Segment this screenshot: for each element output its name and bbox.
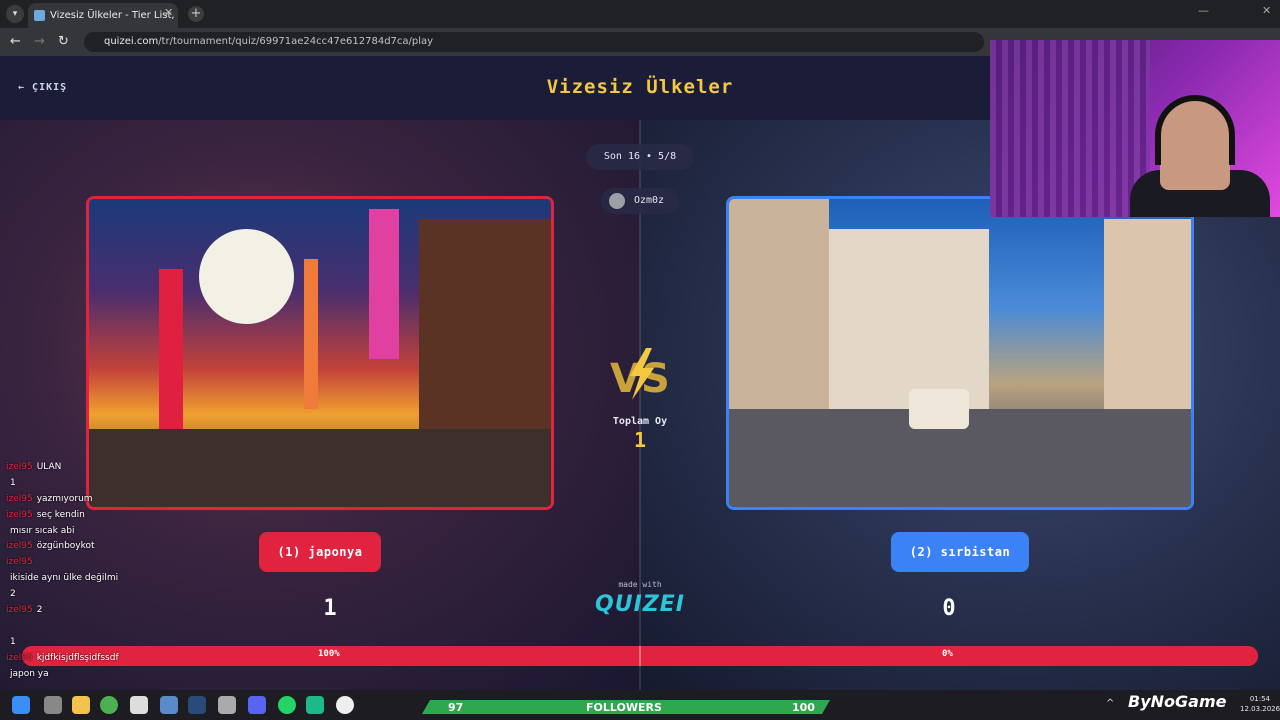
followers-goal: 100 — [792, 701, 815, 714]
chrome-icon[interactable] — [100, 696, 118, 714]
clock-date: 12.03.2026 — [1240, 705, 1280, 713]
chat-text: yazmıyorum — [36, 493, 93, 504]
close-tab-icon[interactable]: ✕ — [164, 6, 173, 19]
versus-icon: VS — [610, 348, 670, 402]
new-tab-icon[interactable]: + — [188, 6, 204, 22]
quizei-logo[interactable]: QUIZEI — [580, 592, 700, 617]
chat-text: mısır sıcak abi — [10, 525, 75, 536]
chat-message: izel95 kjdfkisjdflsşidfssdf — [6, 653, 306, 669]
percent-left: 100% — [318, 649, 340, 659]
percent-right: 0% — [942, 649, 953, 659]
chat-text: 1 — [10, 636, 16, 647]
chat-username: izel95 — [6, 652, 33, 663]
file-explorer-icon[interactable] — [72, 696, 90, 714]
total-votes-label: Toplam Oy — [612, 416, 668, 427]
close-window-icon[interactable]: ✕ — [1262, 4, 1271, 17]
avatar — [609, 193, 625, 209]
chat-message: izel95 — [6, 557, 306, 573]
app-icon[interactable] — [130, 696, 148, 714]
chat-message: 2 — [6, 589, 306, 605]
chat-username: izel95 — [6, 541, 33, 552]
tray-chevron-icon[interactable]: ^ — [1106, 698, 1114, 709]
vote-count-right: 0 — [942, 596, 956, 621]
followers-goal-bar: 97 FOLLOWERS 100 — [416, 690, 832, 720]
round-badge: Son 16 • 5/8 — [586, 144, 694, 170]
chat-username: izel95 — [6, 557, 33, 568]
chat-message: 1 — [6, 637, 306, 653]
chat-message: ikiside aynı ülke değilmi — [6, 573, 306, 589]
discord-icon[interactable] — [248, 696, 266, 714]
app-icon[interactable] — [306, 696, 324, 714]
total-votes-value: 1 — [633, 428, 647, 452]
followers-label: FOLLOWERS — [586, 701, 662, 714]
url-site: quizei.com — [104, 36, 159, 47]
chat-message: izel95 özgünboykot — [6, 541, 306, 557]
user-badge: Ozm0z — [601, 188, 679, 214]
whatsapp-icon[interactable] — [278, 696, 296, 714]
chat-username: izel95 — [6, 509, 33, 520]
chat-text: ikiside aynı ülke değilmi — [10, 573, 119, 584]
settings-icon[interactable] — [218, 696, 236, 714]
chat-message: izel95 seç kendin — [6, 510, 306, 526]
forward-icon[interactable]: → — [34, 34, 45, 49]
obs-icon[interactable] — [336, 696, 354, 714]
minimize-icon[interactable]: — — [1198, 4, 1209, 17]
headset-icon — [1155, 95, 1235, 165]
choice-button-serbia[interactable]: (2) sırbistan — [891, 532, 1029, 572]
taskbar: 97 FOLLOWERS 100 ^ ByNoGame 01:54 12.03.… — [0, 690, 1280, 720]
chat-text: özgünboykot — [36, 541, 95, 552]
tab-title: Vizesiz Ülkeler - Tier List, Kör Se — [50, 10, 178, 21]
task-view-icon[interactable] — [44, 696, 62, 714]
belgrade-street-image — [729, 199, 1191, 507]
chat-text: japon ya — [10, 668, 49, 679]
url-path: /tr/tournament/quiz/69971ae24cc47e612784… — [158, 36, 434, 47]
app-icon[interactable] — [160, 696, 178, 714]
bynogame-logo: ByNoGame — [1128, 692, 1227, 711]
favicon-icon — [34, 10, 45, 21]
chat-text: ULAN — [36, 462, 62, 472]
chat-text: seç kendin — [36, 509, 85, 520]
browser-tab[interactable]: Vizesiz Ülkeler - Tier List, Kör Se — [28, 3, 178, 28]
start-icon[interactable] — [12, 696, 30, 714]
chat-text: 2 — [10, 589, 16, 600]
chat-text: 2 — [36, 605, 43, 616]
clock[interactable]: 01:54 12.03.2026 — [1240, 694, 1280, 714]
address-bar[interactable]: quizei.com/tr/tournament/quiz/69971ae24c… — [84, 32, 984, 52]
chat-text: 1 — [10, 477, 16, 488]
option-card-serbia[interactable] — [726, 196, 1194, 510]
chat-text: kjdfkisjdflsşidfssdf — [36, 652, 119, 663]
osaka-street-image — [89, 199, 551, 507]
chat-message: mısır sıcak abi — [6, 526, 306, 542]
progress-midline — [639, 646, 641, 666]
browser-tab-bar: ▾ Vizesiz Ülkeler - Tier List, Kör Se ✕ … — [0, 0, 1280, 28]
back-icon[interactable]: ← — [10, 34, 21, 49]
username: Ozm0z — [633, 195, 665, 206]
stream-chat: izel95 ULAN 1 izel95 yazmıyorum izel95 seç ken… — [6, 462, 306, 684]
chat-username: izel95 — [6, 605, 33, 616]
steam-icon[interactable] — [188, 696, 206, 714]
reload-icon[interactable]: ↻ — [58, 34, 69, 49]
chat-message: izel95 yazmıyorum — [6, 494, 306, 510]
webcam-overlay — [990, 40, 1280, 217]
chat-username: izel95 — [6, 462, 33, 472]
chat-message: japon ya — [6, 669, 306, 685]
made-with-label: made with — [618, 580, 662, 589]
tab-search-icon[interactable]: ▾ — [6, 5, 24, 23]
chat-message — [6, 621, 306, 637]
chat-message: 1 — [6, 478, 306, 494]
chat-message: izel95 2 — [6, 605, 306, 621]
chat-message: izel95 ULAN — [6, 462, 306, 478]
clock-time: 01:54 — [1249, 695, 1270, 703]
chat-username: izel95 — [6, 493, 33, 504]
